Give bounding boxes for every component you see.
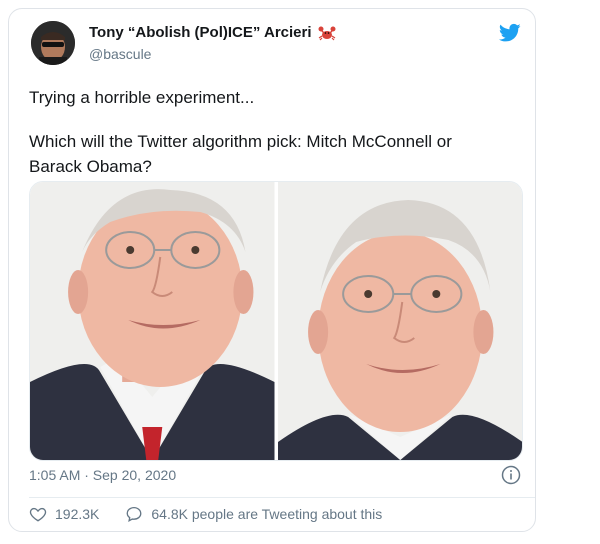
speech-bubble-icon [126, 506, 142, 523]
like-action[interactable]: 192.3K [29, 505, 99, 523]
people-tweeting-action[interactable]: 64.8K people are Tweeting about this [125, 505, 382, 523]
tweet-actions: 192.3K 64.8K people are Tweeting about t… [29, 505, 408, 523]
people-tweeting-text: 64.8K people are Tweeting about this [151, 506, 383, 522]
tweet-media [29, 181, 523, 461]
heart-icon [29, 507, 47, 522]
author-name-row[interactable]: Tony “Abolish (Pol)ICE” Arcieri [89, 24, 336, 42]
tweet-card: Tony “Abolish (Pol)ICE” Arcieri @bascule [8, 8, 536, 532]
like-count: 192.3K [55, 506, 100, 522]
tweet-text-line-1: Trying a horrible experiment... [29, 88, 255, 107]
info-icon[interactable] [501, 465, 521, 485]
avatar[interactable] [31, 21, 75, 65]
twitter-bird-icon[interactable] [498, 23, 521, 43]
author-handle[interactable]: @bascule [89, 46, 336, 62]
author-block: Tony “Abolish (Pol)ICE” Arcieri @bascule [89, 24, 336, 62]
media-photo-right[interactable] [277, 182, 522, 460]
media-photo-left[interactable] [30, 182, 275, 460]
divider [29, 497, 535, 498]
tweet-text: Trying a horrible experiment... Which wi… [29, 85, 509, 179]
tweet-timestamp[interactable]: 1:05 AM · Sep 20, 2020 [29, 467, 176, 483]
tweet-text-line-2: Which will the Twitter algorithm pick: M… [29, 132, 452, 176]
crab-emoji-icon [318, 24, 336, 42]
author-name[interactable]: Tony “Abolish (Pol)ICE” Arcieri [89, 24, 312, 42]
